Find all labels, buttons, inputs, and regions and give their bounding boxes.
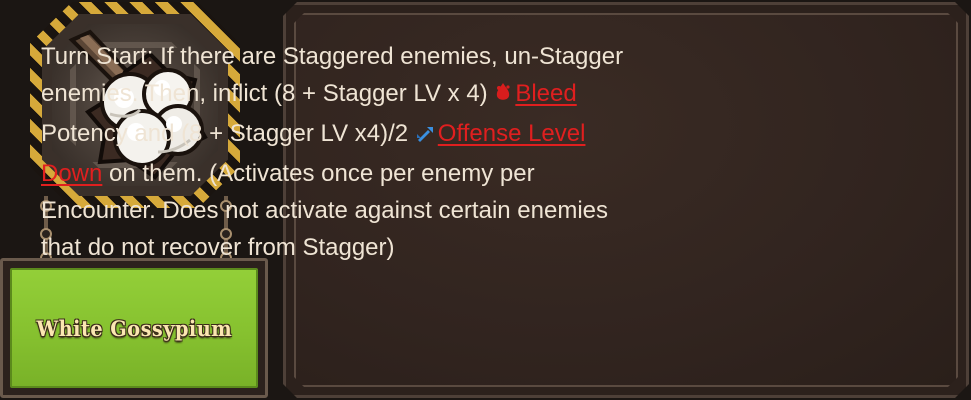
passive-name: White Gossypium <box>36 315 232 341</box>
passive-name-plate: White Gossypium <box>0 258 268 398</box>
description-part-3: on them. (Activates once per enemy per E… <box>41 160 608 261</box>
bleed-icon <box>494 78 512 115</box>
name-plate-inner: White Gossypium <box>10 268 258 388</box>
description-part-2: Potency and (8 + Stagger LV x4)/2 <box>41 120 409 147</box>
bleed-keyword-link[interactable]: Bleed <box>515 80 576 107</box>
passive-description: Turn Start: If there are Staggered enemi… <box>41 38 641 266</box>
offense-level-down-icon <box>415 118 435 155</box>
